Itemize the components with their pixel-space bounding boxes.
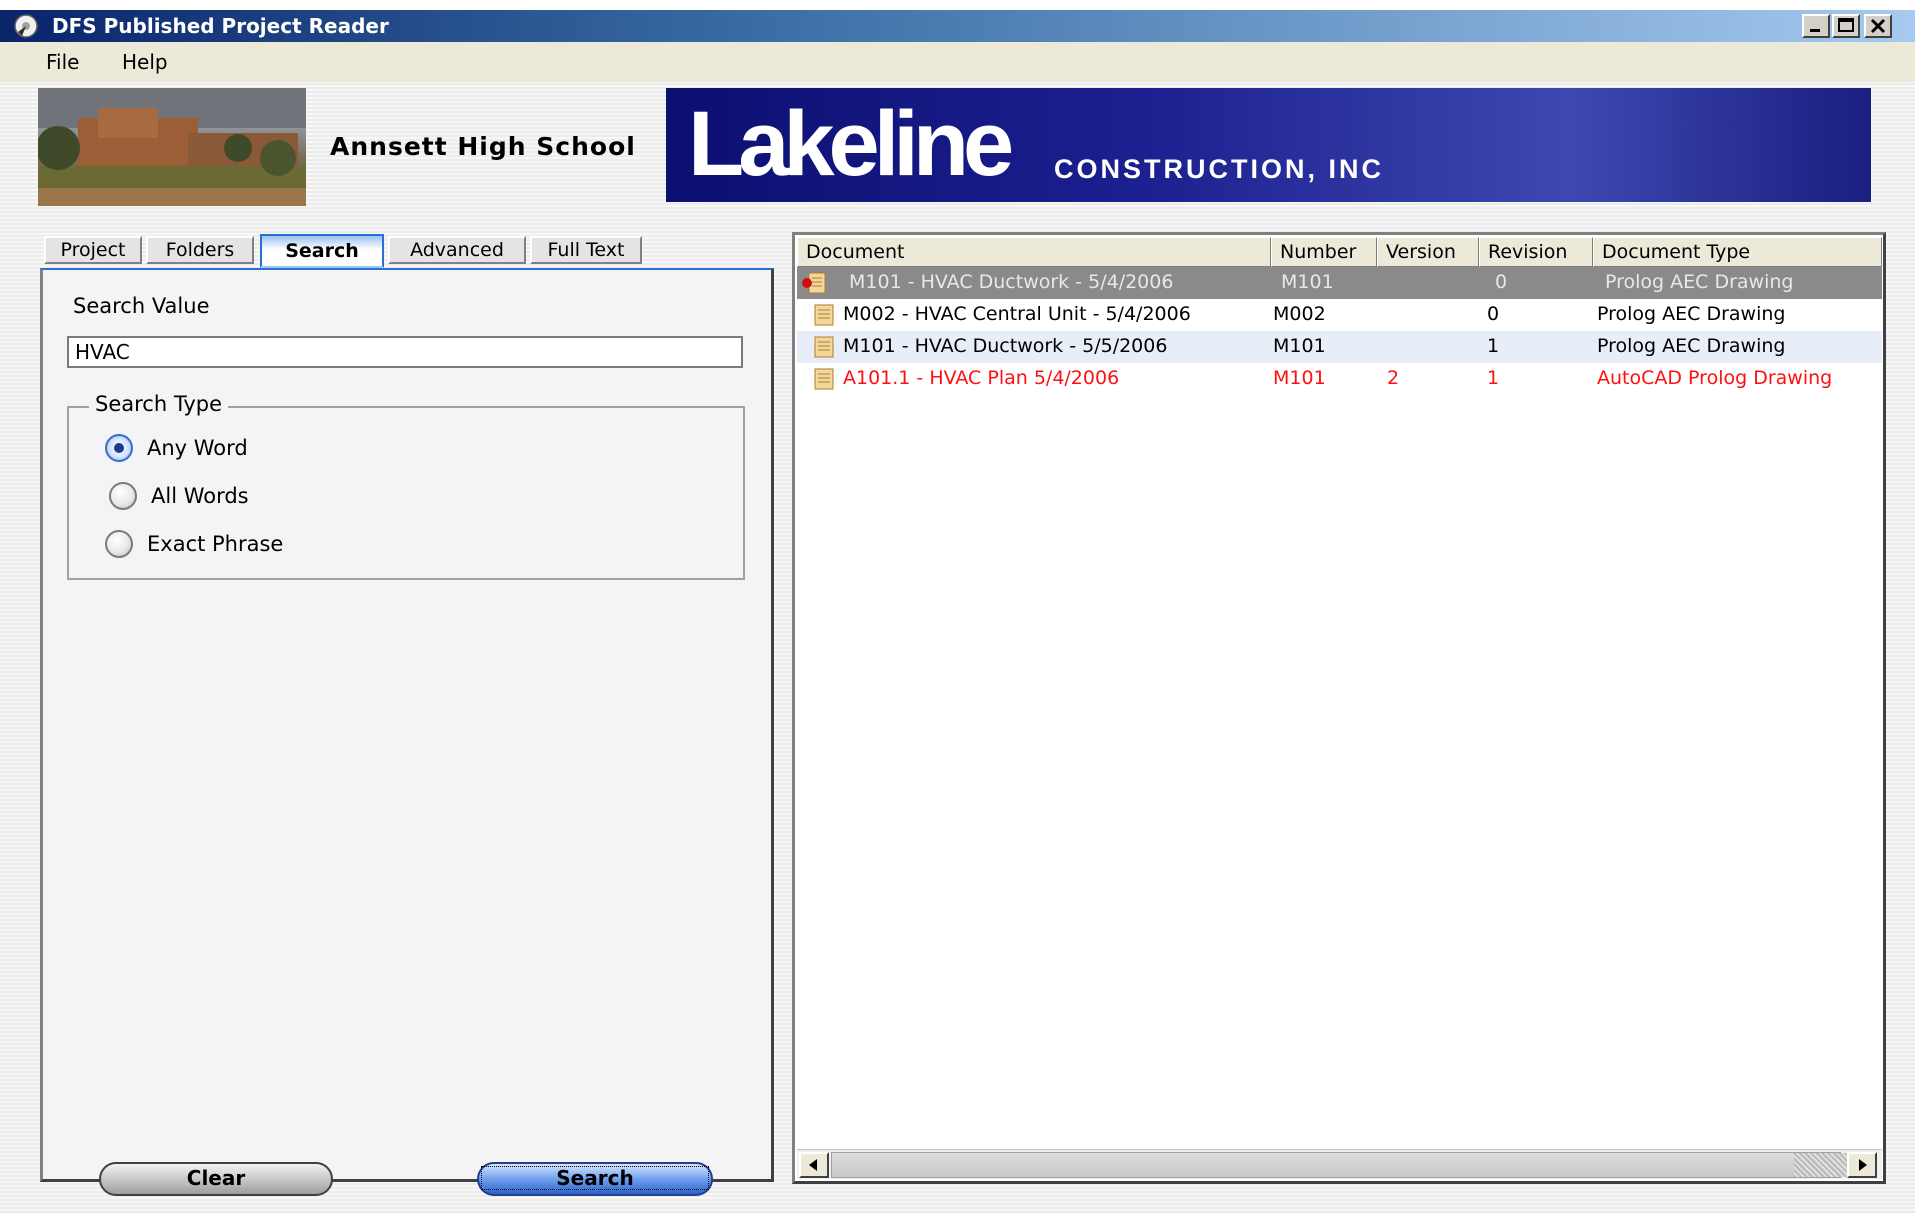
- radio-any-word-label[interactable]: Any Word: [147, 436, 248, 460]
- col-header-number[interactable]: Number: [1271, 237, 1377, 267]
- minimize-button[interactable]: [1802, 14, 1830, 38]
- scroll-left-button[interactable]: [799, 1152, 829, 1178]
- document-icon: [814, 336, 834, 358]
- menu-bar: File Help: [0, 42, 1915, 82]
- radio-exact-phrase[interactable]: [105, 530, 133, 558]
- table-row[interactable]: A101.1 - HVAC Plan 5/4/2006 M101 2 1 Aut…: [797, 363, 1882, 395]
- row-number: M002: [1273, 303, 1326, 325]
- close-icon: [1870, 18, 1886, 34]
- logo-sub-text: CONSTRUCTION, INC: [1054, 154, 1384, 184]
- col-header-version[interactable]: Version: [1377, 237, 1479, 267]
- row-revision: 1: [1487, 367, 1500, 389]
- arrow-right-icon: [1859, 1159, 1867, 1171]
- scroll-track[interactable]: [831, 1152, 1870, 1178]
- search-value-label: Search Value: [73, 294, 210, 318]
- title-bar[interactable]: DFS Published Project Reader: [0, 10, 1915, 42]
- row-document: M101 - HVAC Ductwork - 5/4/2006: [849, 271, 1174, 293]
- horizontal-scrollbar[interactable]: [797, 1149, 1882, 1179]
- company-logo: Lakeline CONSTRUCTION, INC: [666, 88, 1871, 202]
- maximize-button[interactable]: [1832, 14, 1860, 38]
- menu-file[interactable]: File: [46, 50, 79, 74]
- row-revision: 0: [1495, 271, 1508, 293]
- app-window: DFS Published Project Reader File Help A…: [0, 0, 1915, 1213]
- outer-frame: [0, 0, 1915, 10]
- row-number: M101: [1273, 367, 1326, 389]
- maximize-icon: [1838, 18, 1854, 32]
- scroll-right-button[interactable]: [1847, 1152, 1877, 1178]
- row-number: M101: [1273, 335, 1326, 357]
- minimize-icon: [1810, 29, 1820, 32]
- row-revision: 1: [1487, 335, 1500, 357]
- table-row[interactable]: M101 - HVAC Ductwork - 5/4/2006 M101 0 P…: [797, 267, 1882, 299]
- radio-exact-phrase-label[interactable]: Exact Phrase: [147, 532, 283, 556]
- row-document-type: AutoCAD Prolog Drawing: [1597, 367, 1833, 389]
- logo-main-text: Lakeline: [688, 93, 1014, 195]
- project-name: Annsett High School: [330, 132, 636, 161]
- row-document-type: Prolog AEC Drawing: [1605, 271, 1794, 293]
- radio-any-word[interactable]: [105, 434, 133, 462]
- row-version: 2: [1387, 367, 1400, 389]
- tab-advanced[interactable]: Advanced: [388, 236, 526, 264]
- row-document: M101 - HVAC Ductwork - 5/5/2006: [843, 335, 1168, 357]
- app-disc-icon: [14, 14, 38, 38]
- close-button[interactable]: [1864, 14, 1892, 38]
- col-header-revision[interactable]: Revision: [1479, 237, 1593, 267]
- row-document-type: Prolog AEC Drawing: [1597, 303, 1786, 325]
- row-document-type: Prolog AEC Drawing: [1597, 335, 1786, 357]
- tab-search[interactable]: Search: [260, 234, 384, 268]
- school-building-image: [38, 88, 306, 206]
- window-title: DFS Published Project Reader: [52, 14, 389, 38]
- project-photo: [38, 88, 306, 206]
- document-alert-icon: [802, 272, 826, 294]
- row-document: M002 - HVAC Central Unit - 5/4/2006: [843, 303, 1191, 325]
- search-button[interactable]: Search: [477, 1162, 713, 1196]
- clear-button[interactable]: Clear: [99, 1162, 333, 1196]
- radio-all-words[interactable]: [109, 482, 137, 510]
- document-icon: [814, 304, 834, 326]
- table-row[interactable]: M101 - HVAC Ductwork - 5/5/2006 M101 1 P…: [797, 331, 1882, 363]
- document-icon: [814, 368, 834, 390]
- tab-project[interactable]: Project: [44, 236, 142, 264]
- col-header-document[interactable]: Document: [797, 237, 1271, 267]
- radio-all-words-label[interactable]: All Words: [151, 484, 249, 508]
- tab-folders[interactable]: Folders: [146, 236, 254, 264]
- col-header-document-type[interactable]: Document Type: [1593, 237, 1882, 267]
- row-revision: 0: [1487, 303, 1500, 325]
- arrow-left-icon: [809, 1159, 817, 1171]
- results-table: Document Number Version Revision Documen…: [792, 232, 1886, 1184]
- tab-full-text[interactable]: Full Text: [530, 236, 642, 264]
- menu-help[interactable]: Help: [122, 50, 168, 74]
- row-document: A101.1 - HVAC Plan 5/4/2006: [843, 367, 1120, 389]
- search-button-label: Search: [481, 1166, 709, 1190]
- search-type-label: Search Type: [89, 392, 229, 416]
- search-value-input[interactable]: [67, 336, 743, 368]
- search-panel: Project Folders Search Advanced Full Tex…: [40, 232, 774, 1196]
- search-tab-content: Search Value Search Type Any Word All Wo…: [40, 268, 774, 1196]
- search-type-group: Search Type Any Word All Words Exact Phr…: [67, 392, 745, 580]
- row-number: M101: [1281, 271, 1334, 293]
- table-row[interactable]: M002 - HVAC Central Unit - 5/4/2006 M002…: [797, 299, 1882, 331]
